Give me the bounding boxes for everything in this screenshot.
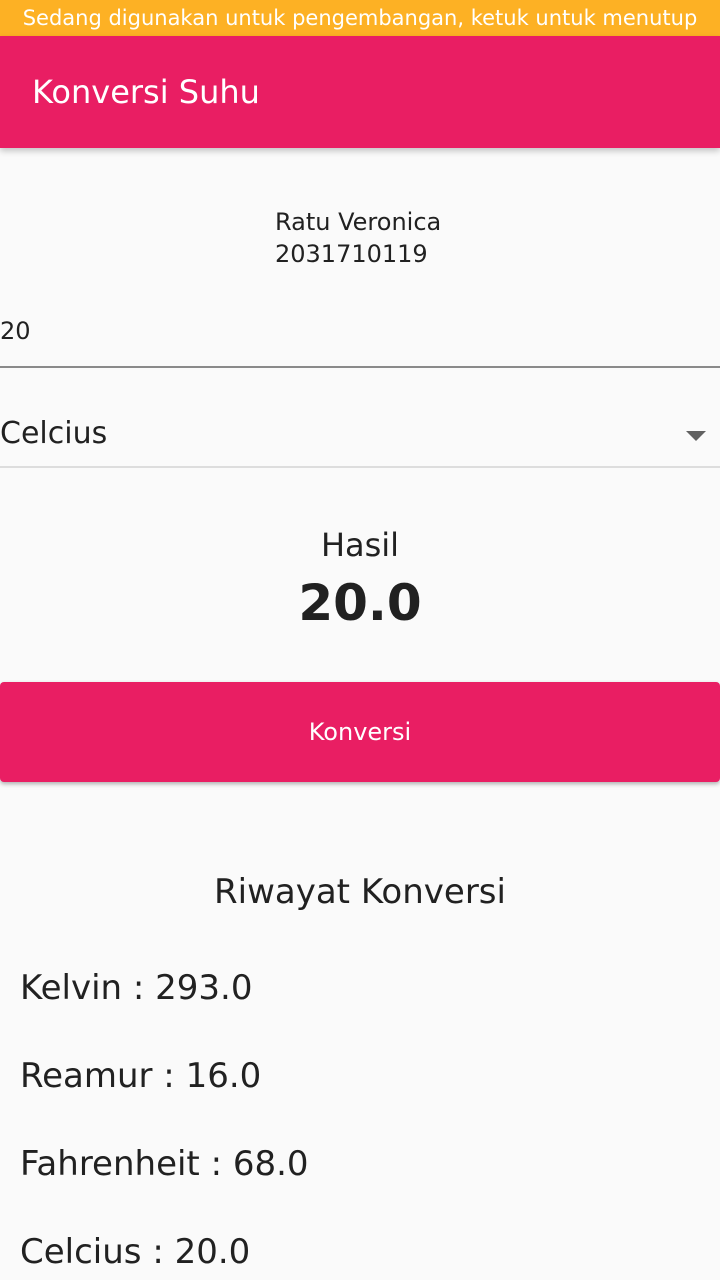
student-id: 2031710119 [275,240,428,268]
history-title: Riwayat Konversi [214,872,506,912]
result-label: Hasil [320,526,400,564]
arrow-drop-down-icon [686,431,706,441]
app-title: Konversi Suhu [32,73,260,111]
temperature-input[interactable] [0,296,720,368]
history-list: Kelvin : 293.0 Reamur : 16.0 Fahrenheit … [20,960,700,1280]
convert-button[interactable]: Konversi [0,682,720,782]
history-item: Fahrenheit : 68.0 [20,1144,309,1184]
history-item: Celcius : 20.0 [20,1232,251,1272]
unit-selected-value: Celcius [0,416,108,451]
history-item: Kelvin : 293.0 [20,968,253,1008]
dev-mode-banner[interactable]: Sedang digunakan untuk pengembangan, ket… [0,0,720,36]
unit-dropdown[interactable]: Celcius [0,404,720,468]
app-bar: Konversi Suhu [0,36,720,148]
app-screen: Sedang digunakan untuk pengembangan, ket… [0,0,720,1280]
student-identity: Ratu Veronica 2031710119 [275,206,441,270]
history-item: Reamur : 16.0 [20,1056,262,1096]
student-name: Ratu Veronica [275,208,442,236]
result-value: 20.0 [298,574,422,632]
